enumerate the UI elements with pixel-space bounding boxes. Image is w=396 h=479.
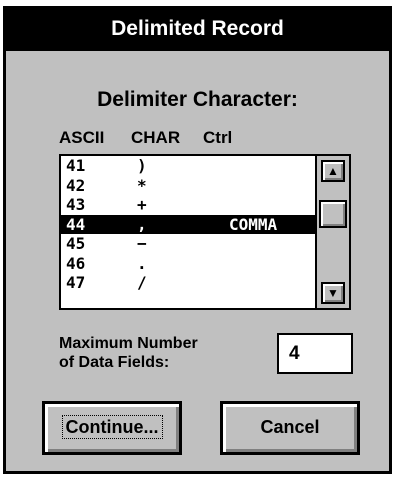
- character: .: [137, 253, 147, 273]
- max-fields-label-line1: Maximum Number: [59, 335, 198, 352]
- list-item[interactable]: 41 ): [61, 156, 319, 176]
- max-fields-label: Maximum Number of Data Fields:: [59, 334, 198, 372]
- delimiter-listbox[interactable]: 41 ) 42 * 43 + 44 , COMMA 45 − 46 . 47 /…: [59, 154, 351, 310]
- column-header-ctrl: Ctrl: [203, 128, 233, 147]
- ascii-code: 43: [66, 195, 86, 214]
- scroll-down-button[interactable]: ▼: [321, 282, 345, 304]
- cancel-button[interactable]: Cancel: [220, 401, 360, 455]
- list-item[interactable]: 47 /: [61, 273, 319, 293]
- up-arrow-icon: ▲: [327, 164, 339, 178]
- max-fields-input[interactable]: [277, 333, 353, 374]
- ascii-code: 47: [66, 273, 86, 292]
- character: *: [137, 175, 147, 195]
- ascii-code: 44: [66, 214, 86, 234]
- column-header-char: CHAR: [131, 128, 181, 147]
- continue-button[interactable]: Continue...: [42, 401, 182, 455]
- max-fields-label-line2: of Data Fields:: [59, 354, 170, 371]
- column-header-ascii: ASCII: [59, 128, 105, 147]
- list-item[interactable]: 42 *: [61, 176, 319, 196]
- character: ,: [137, 214, 147, 234]
- scroll-thumb[interactable]: [319, 200, 347, 228]
- ascii-code: 41: [66, 156, 86, 175]
- character: −: [137, 234, 147, 253]
- list-item[interactable]: 45 −: [61, 234, 319, 254]
- ascii-code: 42: [66, 175, 86, 195]
- delimited-record-dialog: Delimited Record Delimiter Character: AS…: [3, 6, 392, 474]
- list-item[interactable]: 46 .: [61, 254, 319, 274]
- down-arrow-icon: ▼: [327, 286, 339, 300]
- list-item[interactable]: 43 +: [61, 195, 319, 215]
- delimiter-character-heading: Delimiter Character:: [97, 88, 298, 111]
- delimiter-list: 41 ) 42 * 43 + 44 , COMMA 45 − 46 . 47 /: [61, 156, 319, 308]
- character: +: [137, 195, 147, 214]
- ascii-code: 46: [66, 253, 86, 273]
- list-item-selected[interactable]: 44 , COMMA: [61, 214, 319, 234]
- cancel-button-label: Cancel: [260, 417, 320, 437]
- vertical-scrollbar[interactable]: ▲ ▼: [315, 156, 349, 308]
- dialog-title: Delimited Record: [6, 9, 389, 51]
- character: ): [137, 156, 147, 175]
- control-name: COMMA: [229, 214, 278, 234]
- character: /: [137, 273, 147, 292]
- continue-button-label: Continue...: [61, 415, 163, 439]
- ascii-code: 45: [66, 234, 86, 253]
- scroll-up-button[interactable]: ▲: [321, 160, 345, 182]
